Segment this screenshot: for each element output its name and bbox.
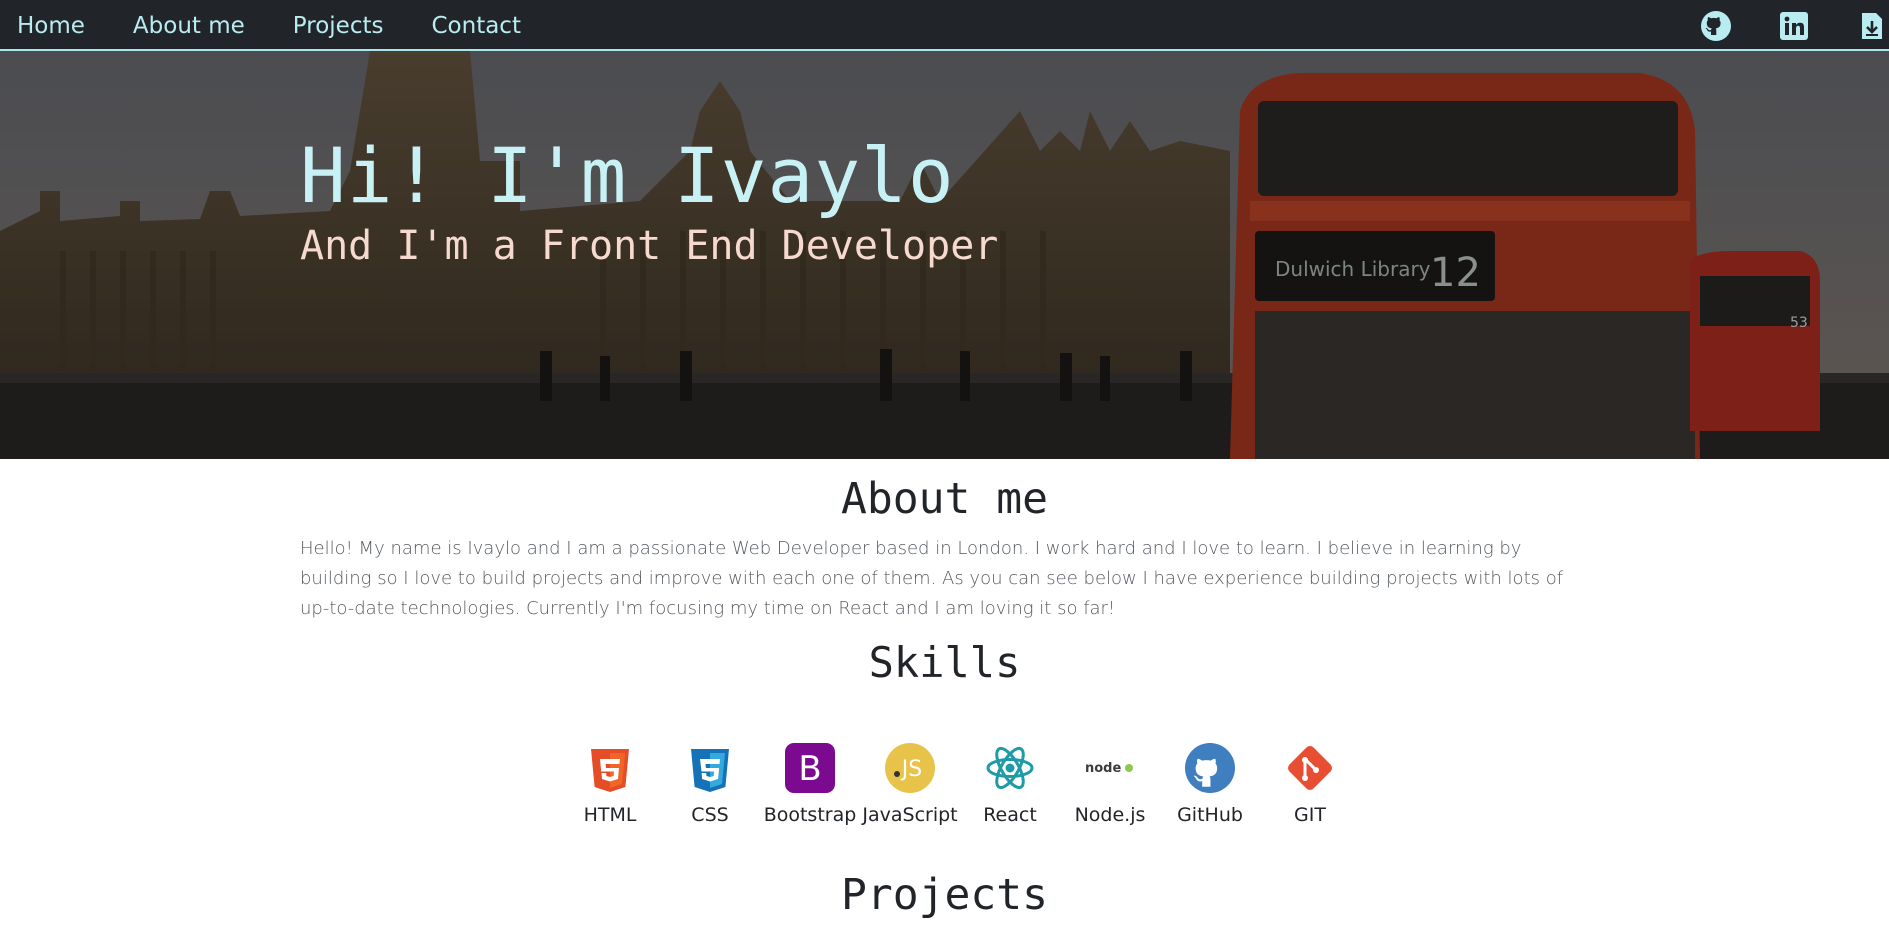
skill-bootstrap: B Bootstrap [760, 742, 860, 826]
svg-text:B: B [798, 749, 821, 789]
skill-github: GitHub [1160, 742, 1260, 826]
hero-title: Hi! I'm Ivaylo [300, 131, 955, 220]
skill-javascript: JS JavaScript [860, 742, 960, 826]
svg-text:node: node [1085, 761, 1121, 776]
javascript-icon: JS [884, 742, 936, 794]
skill-label: React [983, 804, 1037, 826]
skill-label: Node.js [1074, 804, 1146, 826]
css3-icon [684, 742, 736, 794]
linkedin-icon[interactable] [1777, 9, 1811, 43]
html5-icon [584, 742, 636, 794]
nav-link-projects[interactable]: Projects [293, 13, 384, 39]
skill-git: GIT [1260, 742, 1360, 826]
about-heading: About me [840, 474, 1049, 524]
nav-social-icons [1655, 0, 1889, 51]
skill-nodejs: node Node.js [1060, 742, 1160, 826]
svg-text:JS: JS [900, 757, 922, 782]
git-icon [1284, 742, 1336, 794]
hero-banner: Dulwich Library 12 53 Hi! I'm Ivaylo And… [0, 51, 1889, 459]
skill-html: HTML [560, 742, 660, 826]
skill-react: React [960, 742, 1060, 826]
skill-css: CSS [660, 742, 760, 826]
nav-links: Home About me Projects Contact [17, 0, 569, 51]
nav-link-about[interactable]: About me [133, 13, 245, 39]
github-icon[interactable] [1699, 9, 1733, 43]
skill-label: GIT [1294, 804, 1326, 826]
hero-subtitle: And I'm a Front End Developer [300, 223, 999, 269]
nav-link-contact[interactable]: Contact [431, 13, 520, 39]
download-cv-icon[interactable] [1855, 9, 1889, 43]
skill-label: CSS [691, 804, 729, 826]
skill-label: JavaScript [862, 804, 958, 826]
react-icon [984, 742, 1036, 794]
skills-list: HTML CSS B Bootstrap JS JavaScript React… [560, 742, 1360, 826]
navbar: Home About me Projects Contact [0, 0, 1889, 51]
skill-label: Bootstrap [763, 804, 857, 826]
skills-heading: Skills [868, 638, 1021, 687]
nav-link-home[interactable]: Home [17, 13, 85, 39]
skill-label: HTML [583, 804, 637, 826]
about-text: Hello! My name is Ivaylo and I am a pass… [300, 538, 1564, 619]
nodejs-icon: node [1084, 742, 1136, 794]
github-icon [1184, 742, 1236, 794]
projects-heading: Projects [840, 870, 1049, 920]
bootstrap-icon: B [784, 742, 836, 794]
skill-label: GitHub [1177, 804, 1243, 826]
